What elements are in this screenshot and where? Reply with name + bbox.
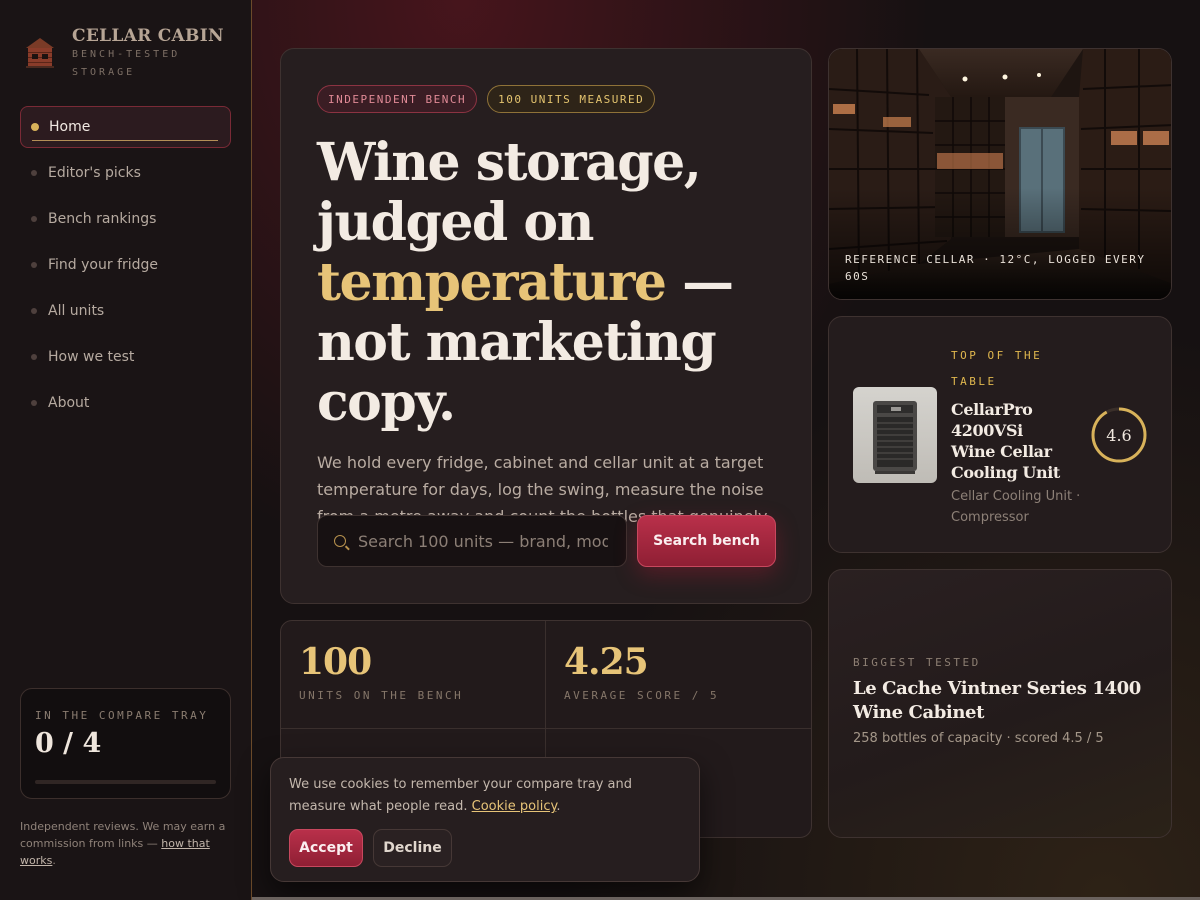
dot-icon [31,400,37,406]
affiliate-disclaimer: Independent reviews. We may earn a commi… [20,818,232,869]
cookie-message: We use cookies to remember your compare … [289,777,632,814]
nav-item-label: All units [48,303,105,319]
product-image [853,387,937,483]
stat-value: 100 [299,641,372,683]
nav-item-label: Bench rankings [48,211,157,227]
reference-cellar-photo: REFERENCE CELLAR · 12°C, LOGGED EVERY 60… [828,48,1172,300]
dot-icon [31,262,37,268]
nav-item-all-units[interactable]: All units [20,290,231,332]
dot-icon [31,308,37,314]
hero-title-accent: temperature [317,252,667,313]
hero-title-part1: Wine storage, judged on [317,132,702,253]
nav-item-label: How we test [48,349,135,365]
sidebar: CELLAR CABIN BENCH-TESTED STORAGE Home E… [0,0,252,900]
accept-cookies-button[interactable]: Accept [289,829,363,867]
active-underline [32,140,218,141]
cookie-policy-link[interactable]: Cookie policy [472,799,557,814]
compare-tray-count: 0 / 4 [35,728,102,759]
top-pick-card[interactable]: TOP OF THE TABLE CellarPro 4200VSi Wine … [828,316,1172,553]
stat-value: 4.25 [564,641,649,683]
hero-card: INDEPENDENT BENCH 100 UNITS MEASURED Win… [280,48,812,604]
nav-item-label: Editor's picks [48,165,141,181]
hero-title: Wine storage, judged on temperature — no… [317,133,775,433]
cookie-suffix: . [556,799,561,814]
search-icon [334,535,346,547]
stat-average-score: 4.25 AVERAGE SCORE / 5 [546,621,811,729]
brand[interactable]: CELLAR CABIN BENCH-TESTED STORAGE [22,26,224,82]
biggest-eyebrow: BIGGEST TESTED [853,656,981,669]
active-dot-icon [31,123,39,131]
cookie-banner: We use cookies to remember your compare … [270,757,700,882]
stat-label: UNITS ON THE BENCH [299,689,464,702]
nav-item-home[interactable]: Home [20,106,231,148]
biggest-title[interactable]: Le Cache Vintner Series 1400 Wine Cabine… [853,677,1147,725]
compare-tray-label: IN THE COMPARE TRAY [35,709,209,722]
nav-item-bench-rankings[interactable]: Bench rankings [20,198,231,240]
top-pick-name[interactable]: CellarPro 4200VSi Wine Cellar Cooling Un… [951,399,1069,483]
nav-item-label: Find your fridge [48,257,159,273]
cookie-text: We use cookies to remember your compare … [289,774,681,818]
nav-item-label: About [48,395,90,411]
cooling-unit-icon [873,401,917,474]
dot-icon [31,170,37,176]
brand-name: CELLAR CABIN [72,26,224,46]
nav-item-about[interactable]: About [20,382,231,424]
decline-cookies-button[interactable]: Decline [373,829,452,867]
biggest-subtitle: 258 bottles of capacity · scored 4.5 / 5 [853,731,1104,746]
score-value: 4.6 [1106,425,1132,445]
search-box[interactable] [317,515,627,567]
search-bench-button[interactable]: Search bench [637,515,776,567]
stat-label: AVERAGE SCORE / 5 [564,689,720,702]
top-pick-meta: Cellar Cooling Unit · Compressor [951,489,1081,525]
nav-item-editors-picks[interactable]: Editor's picks [20,152,231,194]
nav-item-how-we-test[interactable]: How we test [20,336,231,378]
disclaimer-suffix: . [52,854,56,867]
compare-tray[interactable]: IN THE COMPARE TRAY 0 / 4 [20,688,231,799]
search-input[interactable] [358,531,608,551]
compare-tray-progress [35,780,216,784]
nav-item-find-your-fridge[interactable]: Find your fridge [20,244,231,286]
stat-units: 100 UNITS ON THE BENCH [281,621,546,729]
photo-caption: REFERENCE CELLAR · 12°C, LOGGED EVERY 60… [845,253,1146,283]
badge-units-measured: 100 UNITS MEASURED [487,85,656,113]
cookie-buttons: Accept Decline [289,829,452,867]
brand-tagline: BENCH-TESTED STORAGE [72,49,181,78]
top-pick-eyebrow: TOP OF THE TABLE [951,349,1043,388]
main-nav: Home Editor's picks Bench rankings Find … [20,106,231,428]
hero-badges: INDEPENDENT BENCH 100 UNITS MEASURED [317,85,775,113]
dot-icon [31,216,37,222]
cabin-logo-icon [26,38,54,68]
dot-icon [31,354,37,360]
nav-item-label: Home [49,119,91,135]
badge-independent-bench: INDEPENDENT BENCH [317,85,478,113]
search-row: Search bench [317,515,776,567]
biggest-tested-card[interactable]: BIGGEST TESTED Le Cache Vintner Series 1… [828,569,1172,838]
